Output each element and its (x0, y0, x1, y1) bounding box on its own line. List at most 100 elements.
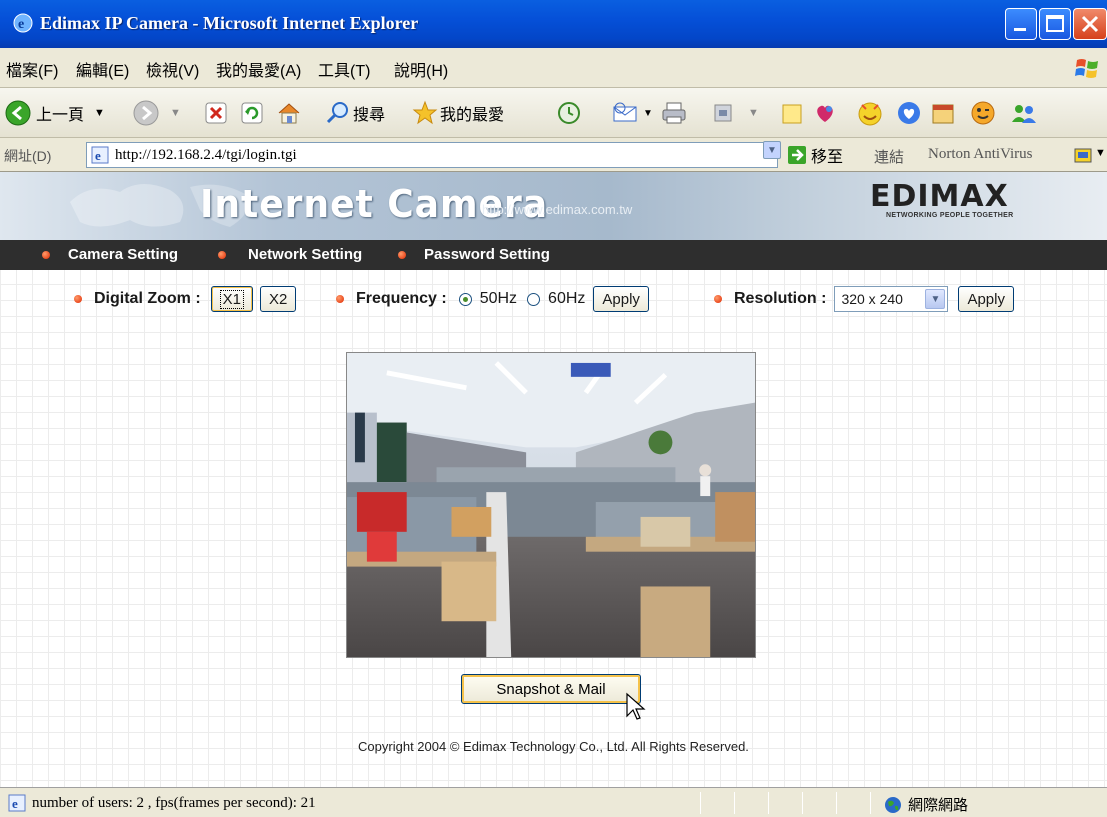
messenger-button[interactable] (812, 96, 838, 130)
title-bar: e Edimax IP Camera - Microsoft Internet … (0, 0, 1107, 48)
frequency-apply-button[interactable]: Apply (593, 286, 649, 312)
print-button[interactable] (660, 96, 688, 130)
stop-button[interactable] (204, 96, 228, 130)
menu-edit[interactable]: 編輯(E) (76, 57, 129, 81)
home-icon (278, 103, 300, 124)
stop-icon (205, 102, 227, 124)
favorites-label: 我的最愛 (440, 107, 505, 124)
go-button[interactable]: 移至 (787, 143, 843, 167)
copyright-text: Copyright 2004 © Edimax Technology Co., … (358, 739, 749, 754)
status-bar: e number of users: 2 , fps(frames per se… (0, 787, 1107, 817)
windows-flag-icon (1075, 59, 1098, 78)
camera-live-view (346, 352, 756, 658)
sheet-button[interactable] (930, 96, 956, 130)
search-button[interactable]: 搜尋 (325, 96, 385, 130)
maximize-icon (1046, 15, 1064, 32)
banner: Internet Camera http://www.edimax.com.tw… (0, 172, 1107, 240)
nav-network-setting[interactable]: Network Setting (218, 246, 362, 263)
zone-label: 網際網路 (908, 797, 969, 814)
zoom-x2-button[interactable]: X2 (260, 286, 297, 312)
heart-icon (898, 102, 920, 124)
history-button[interactable] (556, 96, 582, 130)
forward-button[interactable]: ▼ (132, 96, 181, 130)
search-label: 搜尋 (353, 107, 386, 124)
menu-favorites[interactable]: 我的最愛(A) (216, 57, 301, 81)
close-button[interactable] (1073, 8, 1107, 40)
address-label: 網址(D) (4, 148, 52, 164)
maximize-button[interactable] (1039, 8, 1071, 40)
resolution-apply-button[interactable]: Apply (958, 286, 1014, 312)
menu-tools[interactable]: 工具(T) (318, 57, 370, 81)
back-label: 上一頁 (36, 107, 85, 124)
users-icon (1012, 105, 1036, 123)
minimize-icon (1014, 28, 1026, 31)
smiley-face-icon (858, 102, 882, 126)
minimize-button[interactable] (1005, 8, 1037, 40)
norton-icon[interactable] (1074, 146, 1092, 164)
nav-label: Password Setting (424, 246, 550, 263)
status-divider (802, 792, 803, 814)
toolbar: 上一頁 ▼ ▼ 搜尋 我的最愛 ▼ ▼ (0, 88, 1107, 138)
status-divider (870, 792, 871, 814)
resolution-select[interactable]: 320 x 240 ▼ (834, 286, 949, 312)
address-dropdown-icon[interactable]: ▼ (763, 141, 781, 159)
favorites-button[interactable]: 我的最愛 (412, 96, 504, 130)
mail-dropdown-icon[interactable]: ▼ (643, 108, 653, 119)
nav-label: Camera Setting (68, 246, 179, 263)
menu-file[interactable]: 檔案(F) (6, 57, 58, 81)
status-divider (768, 792, 769, 814)
banner-url: http://www.edimax.com.tw (482, 202, 633, 217)
history-icon (558, 102, 580, 124)
bullet-icon (714, 295, 722, 303)
nav-camera-setting[interactable]: Camera Setting (42, 246, 178, 263)
ie-page-icon: e (91, 146, 109, 164)
page-content: Internet Camera http://www.edimax.com.tw… (0, 172, 1107, 787)
zoom-control: Digital Zoom : X1 X2 (74, 286, 297, 312)
frequency-label: Frequency : (356, 290, 447, 307)
edit-button[interactable]: ▼ (712, 96, 759, 130)
forward-arrow-icon (133, 100, 159, 126)
nav-label: Network Setting (248, 246, 363, 263)
edit-dropdown-icon[interactable]: ▼ (748, 107, 759, 119)
mail-icon (613, 102, 637, 122)
back-arrow-icon (5, 100, 31, 126)
edit-page-icon (714, 104, 732, 122)
snapshot-mail-button[interactable]: Snapshot & Mail (461, 674, 641, 704)
freq-60-label: 60Hz (548, 290, 586, 307)
emoticon-button[interactable] (970, 96, 996, 130)
smiley-button[interactable] (856, 96, 884, 130)
resolution-value: 320 x 240 (841, 291, 903, 307)
discuss-button[interactable] (780, 96, 806, 130)
radio-60hz[interactable] (527, 292, 541, 306)
bullet-icon (218, 250, 226, 259)
back-dropdown-icon[interactable]: ▼ (94, 107, 105, 119)
bullet-icon (336, 295, 344, 303)
folder-icon (782, 104, 802, 124)
close-icon (1081, 15, 1099, 33)
messenger-users-button[interactable] (1010, 96, 1038, 130)
norton-antivirus-label[interactable]: Norton AntiVirus (928, 146, 1033, 163)
menu-view[interactable]: 檢視(V) (146, 57, 199, 81)
back-button[interactable]: 上一頁 ▼ (4, 96, 105, 130)
heart-button[interactable] (896, 96, 922, 130)
zoom-label: Digital Zoom : (94, 290, 201, 307)
toolbar-overflow-icon[interactable]: ▼ (1095, 147, 1106, 159)
forward-dropdown-icon[interactable]: ▼ (170, 107, 181, 119)
status-divider (700, 792, 701, 814)
globe-icon (885, 796, 901, 813)
security-zone: 網際網路 (884, 794, 968, 815)
menu-help[interactable]: 說明(H) (394, 57, 448, 81)
links-button[interactable]: 連結 (874, 146, 904, 167)
home-button[interactable] (276, 96, 302, 130)
bullet-icon (74, 295, 82, 303)
mail-button[interactable]: ▼ (612, 96, 653, 130)
nav-bar: Camera Setting Network Setting Password … (0, 240, 1107, 270)
calendar-icon (932, 104, 954, 124)
zoom-x1-button[interactable]: X1 (210, 286, 254, 312)
status-divider (734, 792, 735, 814)
radio-50hz[interactable] (458, 292, 472, 306)
resolution-control: Resolution : 320 x 240 ▼ Apply (714, 286, 1014, 312)
address-input[interactable]: e http://192.168.2.4/tgi/login.tgi (86, 142, 778, 168)
refresh-button[interactable] (240, 96, 264, 130)
nav-password-setting[interactable]: Password Setting (398, 246, 550, 263)
